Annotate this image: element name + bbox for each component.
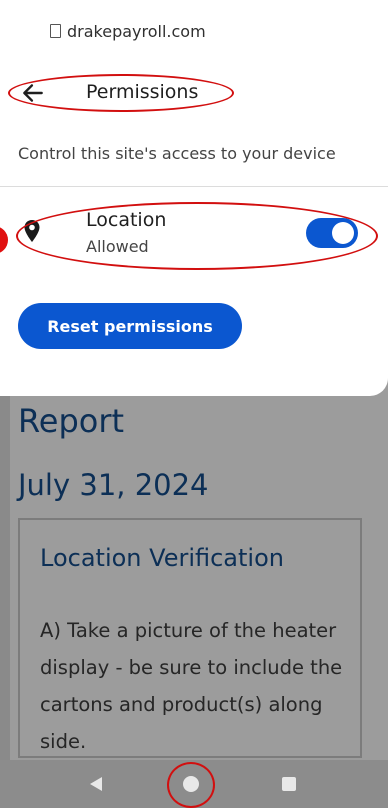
report-title: Report xyxy=(18,402,125,440)
location-verification-card: Location Verification A) Take a picture … xyxy=(18,518,362,758)
annotation-circle-home xyxy=(167,762,215,808)
card-body: A) Take a picture of the heater display … xyxy=(40,619,343,753)
annotation-oval-location xyxy=(16,202,378,270)
site-row: drakepayroll.com xyxy=(50,20,206,42)
page-icon xyxy=(50,24,61,38)
permissions-header: Permissions xyxy=(8,74,238,112)
system-navigation-bar xyxy=(0,760,388,808)
recents-square-icon[interactable] xyxy=(282,777,296,791)
report-date: July 31, 2024 xyxy=(18,468,209,502)
site-url: drakepayroll.com xyxy=(67,21,206,41)
permissions-sheet: drakepayroll.com Permissions Control thi… xyxy=(0,0,388,396)
annotation-oval-header xyxy=(8,74,234,112)
location-permission-row[interactable]: Location Allowed xyxy=(0,198,388,270)
back-triangle-icon[interactable] xyxy=(88,776,104,792)
divider xyxy=(0,186,388,187)
permissions-subtitle: Control this site's access to your devic… xyxy=(18,144,336,163)
card-title: Location Verification xyxy=(40,544,284,572)
reset-permissions-button[interactable]: Reset permissions xyxy=(18,303,242,349)
